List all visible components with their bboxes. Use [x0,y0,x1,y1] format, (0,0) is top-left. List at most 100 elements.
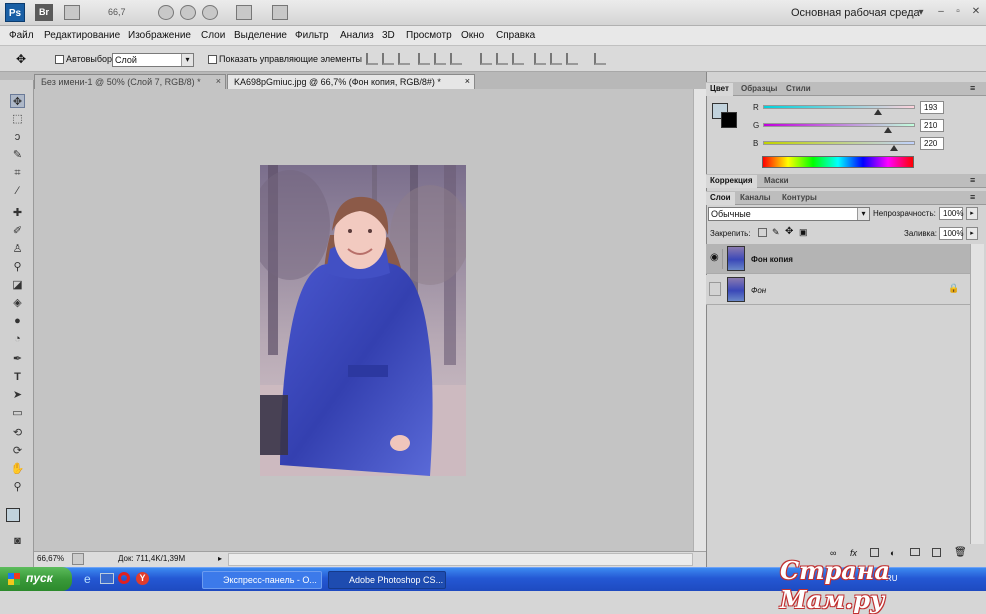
layers-scrollbar[interactable] [970,244,984,544]
align-right-icon[interactable] [450,53,462,65]
lock-transparency-icon[interactable] [758,228,767,237]
show-controls-checkbox[interactable] [208,55,217,64]
start-button[interactable]: пуск [0,567,72,591]
distribute-bottom-icon[interactable] [512,53,524,65]
zoom-level[interactable]: 66,7 [108,7,126,17]
tab-document-1[interactable]: Без имени-1 @ 50% (Слой 7, RGB/8) * × [34,74,226,89]
move-tool-icon[interactable]: ✥ [10,94,25,108]
eyedropper-tool-icon[interactable]: ∕ [10,184,25,198]
panel-menu-icon[interactable]: ≡ [970,192,975,202]
dodge-tool-icon[interactable]: ◔ [10,332,25,346]
menu-select[interactable]: Выделение [234,30,287,41]
tab-layers[interactable]: Слои [706,192,735,205]
distribute-vcenter-icon[interactable] [496,53,508,65]
menu-window[interactable]: Окно [461,30,484,41]
distribute-left-icon[interactable] [534,53,546,65]
marquee-tool-icon[interactable]: ⬚ [10,112,25,126]
g-slider-thumb[interactable] [884,127,893,133]
zoom-tool-icon[interactable]: ⚲ [10,480,25,494]
menu-image[interactable]: Изображение [128,30,191,41]
restore-button[interactable]: ▫ [951,5,965,18]
b-slider-thumb[interactable] [890,145,899,151]
r-slider-thumb[interactable] [874,109,883,115]
blend-mode-dropdown[interactable]: Обычные ▾ [708,207,870,221]
status-menu-arrow[interactable]: ▸ [218,554,222,563]
layer-row[interactable]: Фон 🔒 [706,275,970,305]
menu-layers[interactable]: Слои [201,30,225,41]
menu-file[interactable]: Файл [9,30,34,41]
show-desktop-icon[interactable] [100,573,114,584]
3d-orbit-icon[interactable]: ⟳ [10,444,25,458]
tab-adjustments[interactable]: Коррекция [706,175,757,188]
crop-tool-icon[interactable]: ⌗ [10,166,25,180]
clone-stamp-icon[interactable]: ♙ [10,242,25,256]
visibility-cell[interactable] [709,249,723,269]
align-hcenter-icon[interactable] [434,53,446,65]
hand-tool-icon[interactable] [158,5,174,20]
view-extras-icon[interactable] [64,5,80,20]
lock-all-icon[interactable]: ▣ [799,227,808,238]
close-button[interactable]: ✕ [969,5,983,18]
auto-align-icon[interactable] [594,53,606,65]
zoom-tool-icon[interactable] [180,5,196,20]
layer-row[interactable]: ◉ Фон копия [706,244,970,274]
close-tab-icon[interactable]: × [465,76,470,86]
history-brush-icon[interactable]: ⚲ [10,260,25,274]
task-opera[interactable]: Экспресс-панель - О... [202,571,322,589]
b-value-input[interactable]: 220 [920,137,944,150]
panel-menu-icon[interactable]: ≡ [970,175,975,185]
status-icon[interactable] [72,553,84,565]
foreground-color-swatch[interactable] [6,508,20,522]
eraser-tool-icon[interactable]: ◪ [10,278,25,292]
autoselect-dropdown[interactable]: Слой ▾ [112,53,194,67]
task-photoshop[interactable]: Adobe Photoshop CS... [328,571,446,589]
fill-input[interactable]: 100% [939,227,963,240]
arrange-documents-icon[interactable] [236,5,252,20]
tab-paths[interactable]: Контуры [778,192,821,205]
ie-icon[interactable]: e [84,572,91,586]
menu-3d[interactable]: 3D [382,30,395,41]
r-value-input[interactable]: 193 [920,101,944,114]
menu-view[interactable]: Просмотр [406,30,452,41]
workspace-dropdown-icon[interactable]: ▾ [914,6,928,19]
screen-mode-icon[interactable] [272,5,288,20]
tools-panel-header[interactable] [0,72,34,80]
hand-tool-icon[interactable]: ✋ [10,462,25,476]
paint-bucket-icon[interactable]: ◈ [10,296,25,310]
type-tool-icon[interactable]: T [10,370,25,384]
quick-mask-icon[interactable]: ◙ [10,534,25,548]
visibility-cell[interactable] [709,282,721,296]
align-left-icon[interactable] [418,53,430,65]
opera-icon[interactable] [118,572,130,584]
3d-rotate-icon[interactable]: ⟲ [10,426,25,440]
menu-analysis[interactable]: Анализ [340,30,374,41]
quick-selection-icon[interactable]: ✎ [10,148,25,162]
tab-document-2[interactable]: KA698pGmiuc.jpg @ 66,7% (Фон копия, RGB/… [227,74,475,89]
lock-position-icon[interactable]: ✥ [785,226,793,237]
r-slider[interactable] [763,105,915,109]
background-swatch[interactable] [721,112,737,128]
tab-styles[interactable]: Стили [782,83,815,96]
status-zoom[interactable]: 66,67% [37,554,64,563]
panel-menu-icon[interactable]: ≡ [970,83,975,93]
move-tool-preset-icon[interactable]: ✥ [16,52,30,66]
fill-arrow-icon[interactable]: ▸ [966,227,978,240]
bridge-button[interactable]: Br [35,4,53,21]
autoselect-checkbox[interactable] [55,55,64,64]
workspace-switcher[interactable]: Основная рабочая среда [791,7,920,19]
blur-tool-icon[interactable]: ● [10,314,25,328]
canvas-horizontal-scrollbar[interactable] [228,553,693,566]
rotate-view-icon[interactable] [202,5,218,20]
opacity-arrow-icon[interactable]: ▸ [966,207,978,220]
align-bottom-icon[interactable] [398,53,410,65]
lasso-tool-icon[interactable]: ↄ [10,130,25,144]
new-group-icon[interactable] [910,548,920,556]
path-selection-icon[interactable]: ➤ [10,388,25,402]
pen-tool-icon[interactable]: ✒ [10,352,25,366]
layer-name[interactable]: Фон [751,286,766,295]
menu-edit[interactable]: Редактирование [44,30,120,41]
canvas-vertical-scrollbar[interactable] [693,89,706,551]
tab-swatches[interactable]: Образцы [737,83,781,96]
minimize-button[interactable]: – [934,5,948,18]
tab-color[interactable]: Цвет [706,83,733,96]
